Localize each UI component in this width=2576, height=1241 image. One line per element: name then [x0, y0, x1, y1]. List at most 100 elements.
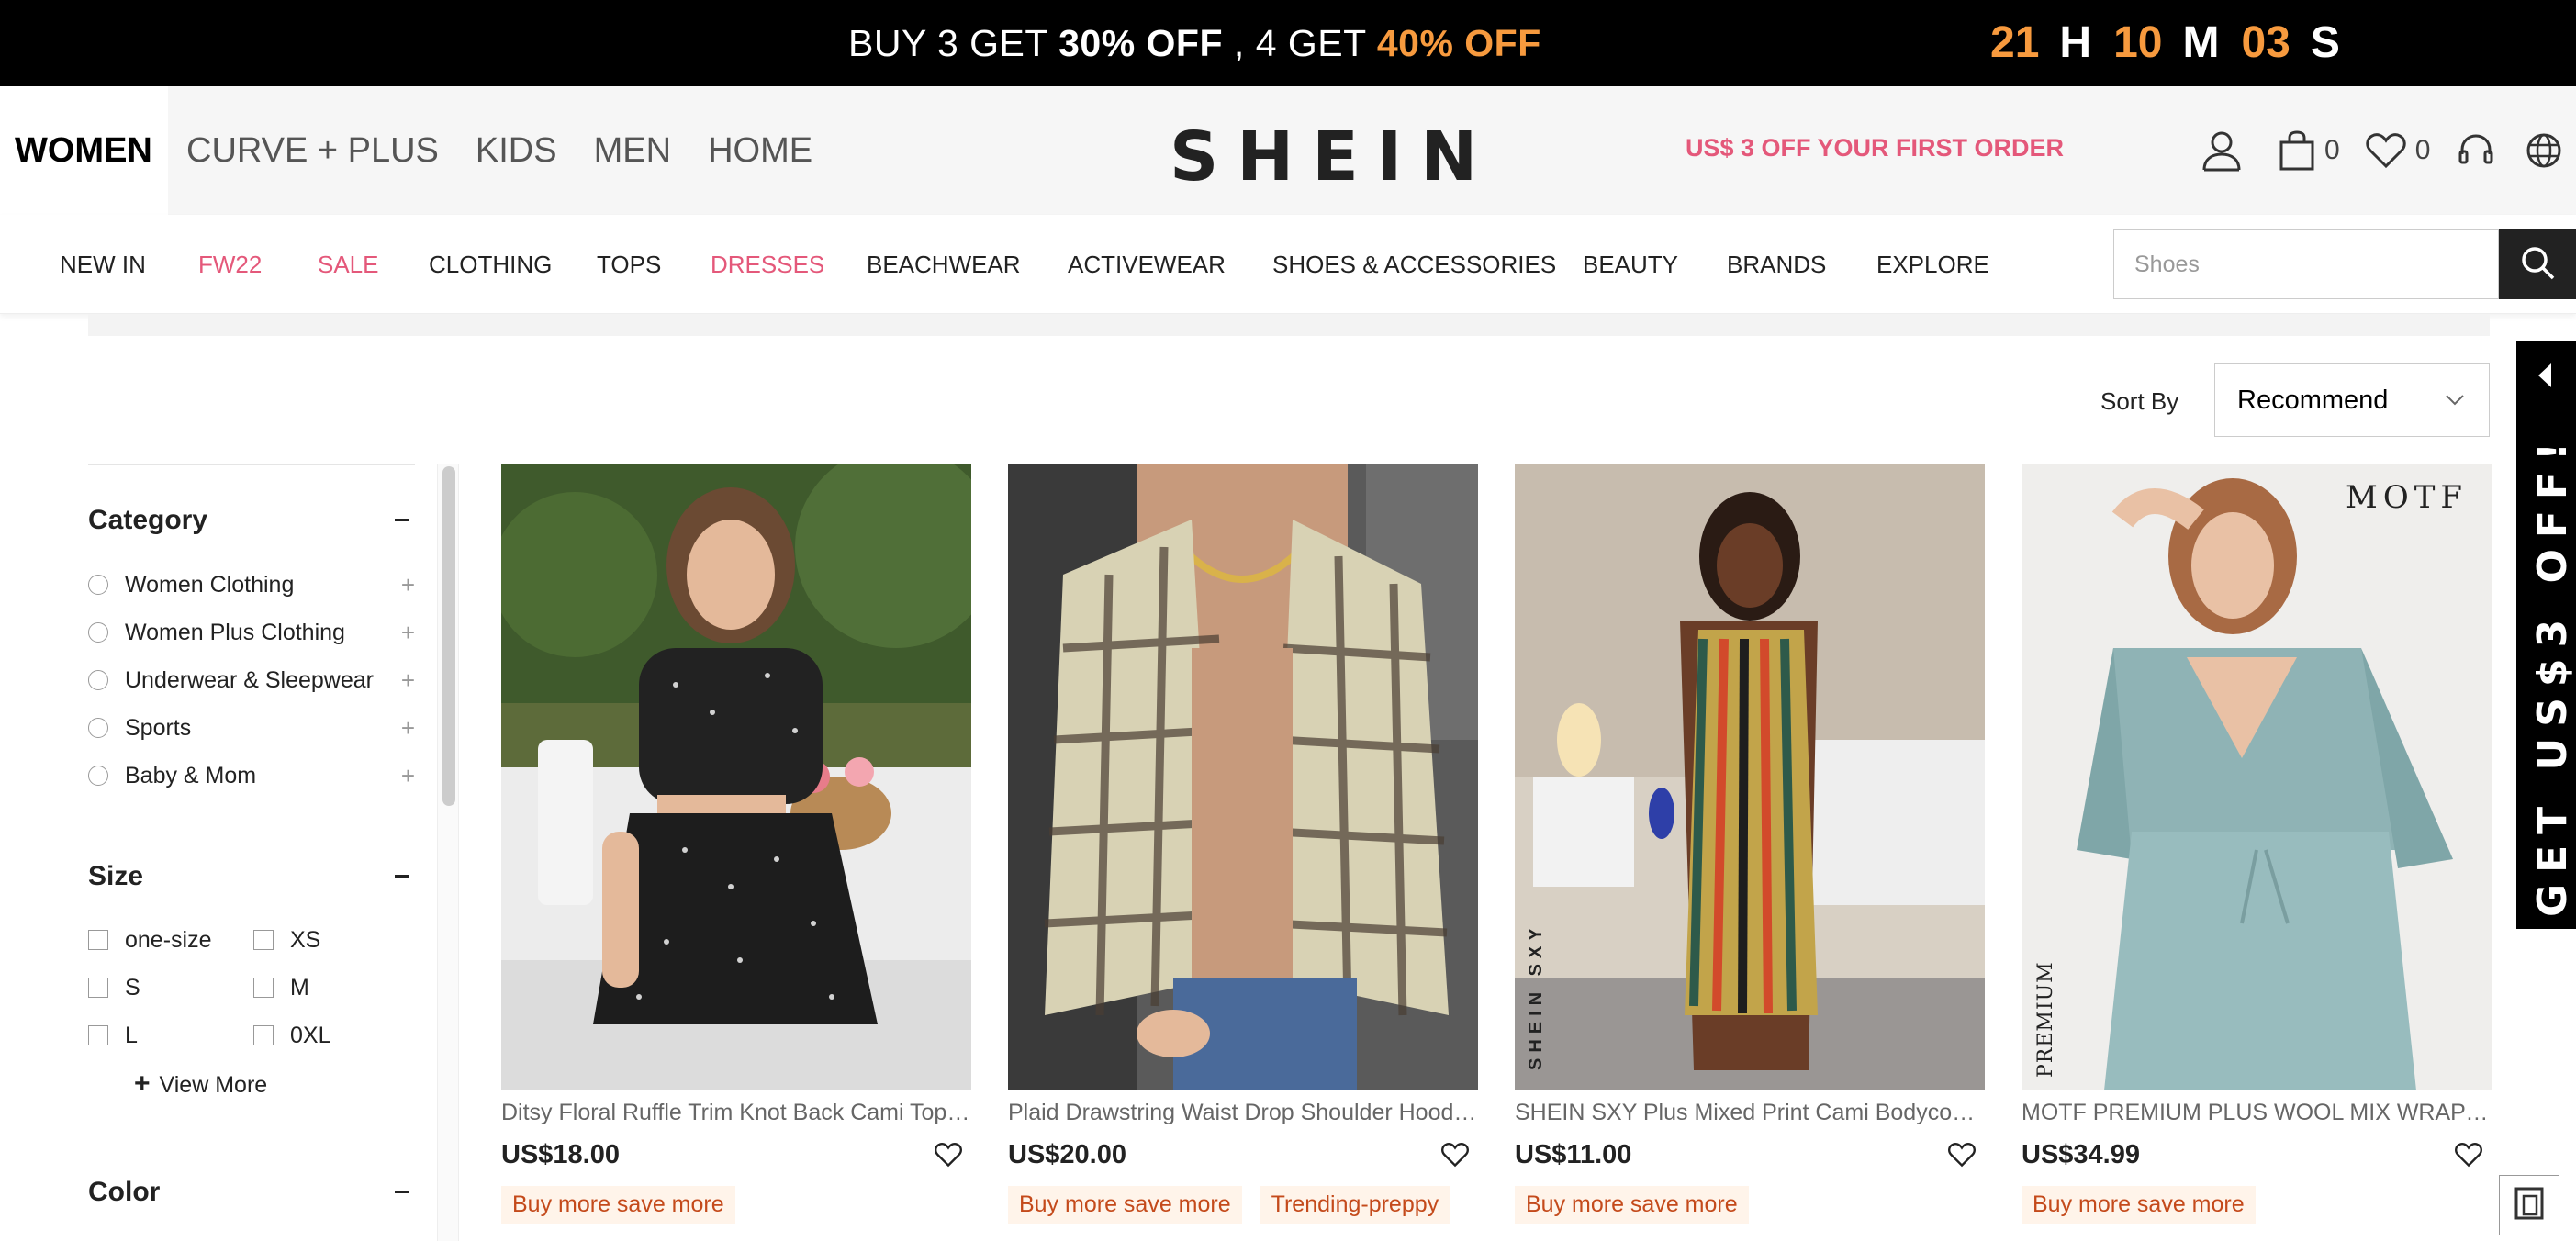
search-input[interactable]: Shoes — [2113, 229, 2499, 299]
heart-icon[interactable] — [935, 1142, 962, 1172]
tab-home[interactable]: HOME — [689, 86, 831, 215]
globe-icon[interactable] — [2526, 132, 2562, 169]
category-option[interactable]: Women Plus Clothing + — [88, 614, 415, 651]
sort-label: Sort By — [2100, 387, 2179, 415]
nav-brands[interactable]: BRANDS — [1727, 215, 1826, 314]
color-filter-title[interactable]: Color — [88, 1177, 160, 1208]
size-option[interactable]: one-size — [88, 922, 212, 958]
radio-icon[interactable] — [88, 670, 108, 690]
size-filter-title[interactable]: Size — [88, 861, 143, 892]
side-promo-tab[interactable]: GET US$3 OFF! — [2516, 341, 2576, 929]
image-brand-text: SHEIN SXY — [1526, 922, 1546, 1070]
shein-logo[interactable]: SHEIN — [1170, 117, 1495, 196]
product-tags: Buy more save more — [501, 1186, 754, 1224]
promo-text: BUY 3 GET 30% OFF , 4 GET 40% OFF — [848, 22, 1541, 64]
radio-icon[interactable] — [88, 575, 108, 595]
category-option[interactable]: Sports + — [88, 710, 415, 746]
search-icon — [2519, 244, 2556, 285]
trend-tag: Trending-preppy — [1260, 1186, 1450, 1224]
tab-curve-plus[interactable]: CURVE + PLUS — [168, 86, 457, 215]
category-option[interactable]: Women Clothing + — [88, 566, 415, 603]
checkbox-icon[interactable] — [88, 978, 108, 998]
search-button[interactable] — [2499, 229, 2576, 299]
promo-bar[interactable]: BUY 3 GET 30% OFF , 4 GET 40% OFF 21 H 10 M… — [0, 0, 2576, 86]
user-icon[interactable] — [2201, 129, 2242, 172]
sidebar-scrollbar-thumb[interactable] — [442, 466, 455, 806]
header: WOMEN CURVE + PLUS KIDS MEN HOME SHEIN U… — [0, 86, 2576, 215]
nav-beauty[interactable]: BEAUTY — [1583, 215, 1678, 314]
first-order-offer[interactable]: US$ 3 OFF YOUR FIRST ORDER — [1686, 134, 2064, 162]
filter-divider — [88, 464, 415, 465]
nav-dresses[interactable]: DRESSES — [711, 215, 824, 314]
view-more-sizes[interactable]: + View More — [134, 1068, 267, 1100]
size-option[interactable]: S — [88, 969, 140, 1006]
nav-fw22[interactable]: FW22 — [198, 215, 262, 314]
product-image[interactable] — [1008, 464, 1478, 1090]
plus-icon[interactable]: + — [401, 668, 415, 692]
product-title[interactable]: SHEIN SXY Plus Mixed Print Cami Bodycon … — [1515, 1100, 1985, 1126]
category-option[interactable]: Underwear & Sleepwear + — [88, 662, 415, 699]
plus-icon[interactable]: + — [401, 764, 415, 788]
main-nav: NEW IN FW22 SALE CLOTHING TOPS DRESSES B… — [0, 215, 2576, 314]
checkbox-icon[interactable] — [88, 930, 108, 950]
channel-tabs: WOMEN CURVE + PLUS KIDS MEN HOME — [0, 86, 831, 215]
product-title[interactable]: Ditsy Floral Ruffle Trim Knot Back Cami … — [501, 1100, 971, 1126]
category-filter-title[interactable]: Category — [88, 505, 207, 536]
product-image[interactable]: MOTF PREMIUM — [2022, 464, 2492, 1090]
product-card[interactable]: Ditsy Floral Ruffle Trim Knot Back Cami … — [501, 464, 971, 1224]
product-card[interactable]: MOTF PREMIUM MOTF PREMIUM PLUS WOOL MIX … — [2022, 464, 2492, 1224]
promo-tag: Buy more save more — [501, 1186, 735, 1224]
tab-men[interactable]: MEN — [576, 86, 689, 215]
plus-icon[interactable]: + — [401, 620, 415, 644]
heart-icon[interactable]: 0 — [2366, 132, 2430, 169]
product-tags: Buy more save more — [1515, 1186, 1767, 1224]
sort-select[interactable]: Recommend — [2214, 363, 2490, 437]
nav-explore[interactable]: EXPLORE — [1876, 215, 1989, 314]
size-option[interactable]: 0XL — [253, 1017, 330, 1054]
headset-icon[interactable] — [2458, 132, 2494, 169]
nav-sale[interactable]: SALE — [318, 215, 379, 314]
checkbox-icon[interactable] — [253, 978, 274, 998]
chevron-down-icon — [2445, 364, 2465, 464]
size-option[interactable]: M — [253, 969, 309, 1006]
nav-shoes-accessories[interactable]: SHOES & ACCESSORIES — [1272, 215, 1556, 314]
radio-icon[interactable] — [88, 718, 108, 738]
heart-icon[interactable] — [1948, 1142, 1976, 1172]
heart-icon[interactable] — [2455, 1142, 2482, 1172]
radio-icon[interactable] — [88, 622, 108, 643]
size-option[interactable]: XS — [253, 922, 320, 958]
caret-left-icon — [2535, 362, 2555, 394]
category-option[interactable]: Baby & Mom + — [88, 757, 415, 794]
cart-count: 0 — [2324, 135, 2340, 165]
screen-layout-widget[interactable] — [2499, 1175, 2559, 1235]
product-price: US$20.00 — [1008, 1140, 1126, 1169]
collapse-icon[interactable] — [395, 1191, 409, 1193]
nav-activewear[interactable]: ACTIVEWEAR — [1068, 215, 1226, 314]
product-title[interactable]: Plaid Drawstring Waist Drop Shoulder Hoo… — [1008, 1100, 1478, 1126]
tab-women[interactable]: WOMEN — [0, 86, 168, 215]
product-title[interactable]: MOTF PREMIUM PLUS WOOL MIX WRAP SWEATER — [2022, 1100, 2492, 1126]
checkbox-icon[interactable] — [253, 1025, 274, 1045]
banner-strip — [88, 314, 2490, 336]
checkbox-icon[interactable] — [88, 1025, 108, 1045]
nav-new-in[interactable]: NEW IN — [60, 215, 146, 314]
collapse-icon[interactable] — [395, 875, 409, 878]
nav-clothing[interactable]: CLOTHING — [429, 215, 552, 314]
checkbox-icon[interactable] — [253, 930, 274, 950]
plus-icon[interactable]: + — [401, 573, 415, 597]
bag-icon[interactable]: 0 — [2279, 130, 2340, 171]
product-image[interactable]: SHEIN SXY — [1515, 464, 1985, 1090]
nav-tops[interactable]: TOPS — [597, 215, 661, 314]
product-card[interactable]: SHEIN SXY SHEIN SXY Plus Mixed Print Cam… — [1515, 464, 1985, 1224]
collapse-icon[interactable] — [395, 519, 409, 521]
product-image[interactable] — [501, 464, 971, 1090]
size-option[interactable]: L — [88, 1017, 138, 1054]
nav-beachwear[interactable]: BEACHWEAR — [867, 215, 1021, 314]
tab-kids[interactable]: KIDS — [457, 86, 576, 215]
heart-icon[interactable] — [1441, 1142, 1469, 1172]
product-card[interactable]: Plaid Drawstring Waist Drop Shoulder Hoo… — [1008, 464, 1478, 1224]
promo-tag: Buy more save more — [1008, 1186, 1242, 1224]
plus-icon[interactable]: + — [401, 716, 415, 740]
radio-icon[interactable] — [88, 766, 108, 786]
promo-tag: Buy more save more — [1515, 1186, 1749, 1224]
